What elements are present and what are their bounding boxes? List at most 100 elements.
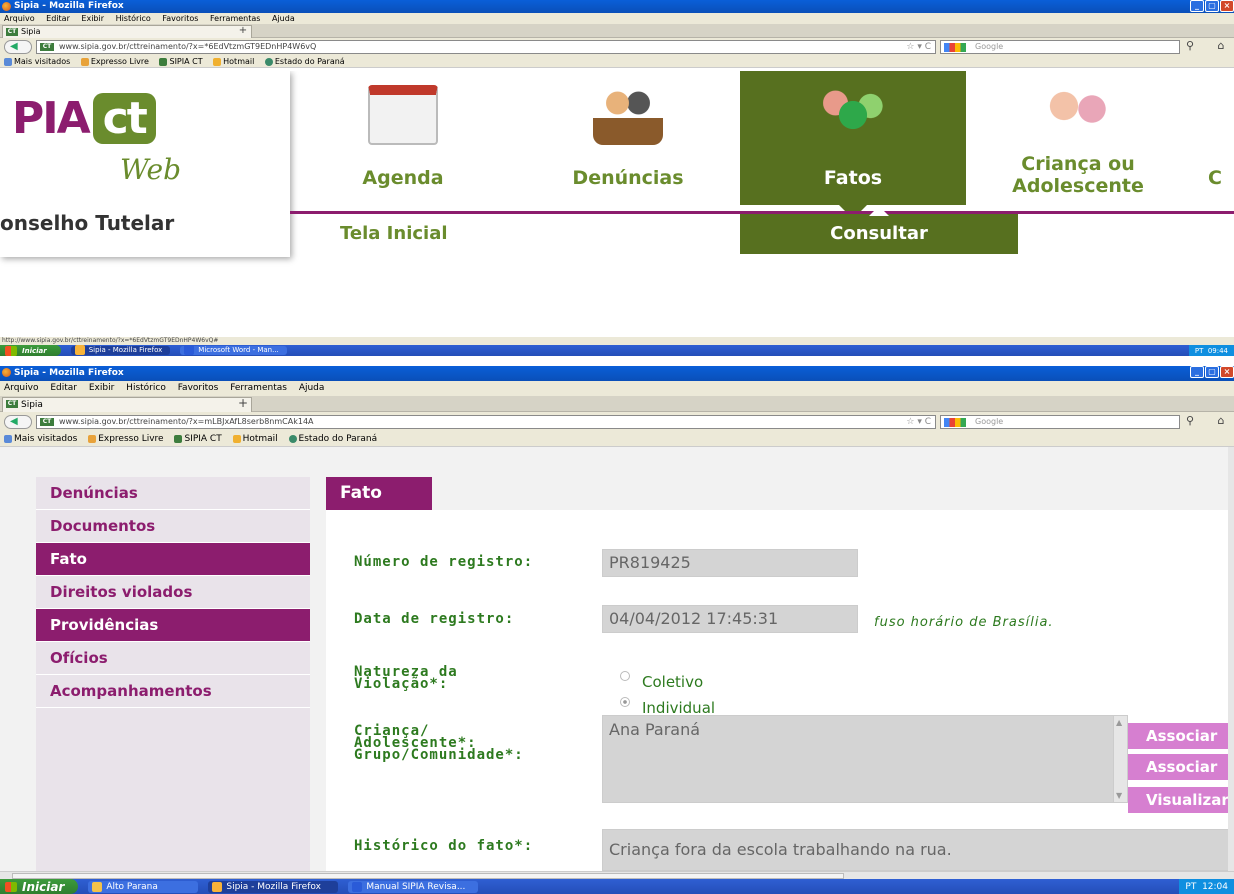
menu-historico[interactable]: Histórico	[116, 14, 151, 23]
bookmark-label: Hotmail	[242, 434, 278, 444]
minimize-button[interactable]: _	[1190, 0, 1204, 12]
browser-tab[interactable]: CT Sipia	[2, 397, 252, 412]
menu-ajuda[interactable]: Ajuda	[299, 383, 325, 393]
menu-editar[interactable]: Editar	[50, 383, 77, 393]
search-icon[interactable]: ⚲	[1186, 39, 1194, 52]
crianca-list[interactable]: Ana Paraná ▲ ▼	[602, 715, 1128, 803]
taskbar-item[interactable]: Sipia - Mozilla Firefox	[70, 345, 171, 356]
taskbar-item[interactable]: Alto Parana	[88, 880, 199, 893]
address-bar[interactable]: CT www.sipia.gov.br/cttreinamento/?x=mLB…	[36, 415, 936, 429]
sidebar-item-oficios[interactable]: Ofícios	[36, 642, 310, 675]
windows-flag-icon	[5, 881, 17, 892]
star-icon[interactable]: ☆ ▾ C	[906, 41, 931, 53]
radio-button[interactable]	[620, 671, 630, 681]
sidebar-item-direitos-violados[interactable]: Direitos violados	[36, 576, 310, 609]
browser-tab[interactable]: CT Sipia	[2, 25, 252, 38]
logo-ct: ct	[92, 93, 156, 144]
nav-label: Criança ou Adolescente	[1012, 153, 1144, 197]
scroll-down-icon[interactable]: ▼	[1116, 791, 1122, 800]
url-text: www.sipia.gov.br/cttreinamento/?x=*6EdVt…	[59, 42, 317, 51]
bookmark-sipia-ct[interactable]: SIPIA CT	[159, 57, 203, 66]
radio-individual[interactable]: Individual	[620, 697, 715, 717]
taskbar-item[interactable]: Microsoft Word - Man...	[180, 345, 287, 356]
calendar-icon	[368, 85, 438, 145]
scroll-up-icon[interactable]: ▲	[1116, 718, 1122, 727]
firefox-icon	[74, 345, 85, 356]
clock: 09:44	[1207, 346, 1228, 355]
new-tab-button[interactable]: +	[234, 397, 252, 409]
close-button[interactable]: ×	[1220, 0, 1234, 12]
search-box[interactable]: Google	[940, 415, 1180, 429]
new-tab-button[interactable]: +	[234, 25, 252, 37]
start-label: Iniciar	[22, 346, 47, 355]
bookmark-estado-parana[interactable]: Estado do Paraná	[288, 434, 377, 444]
sidebar-item-acompanhamentos[interactable]: Acompanhamentos	[36, 675, 310, 708]
menu-ferramentas[interactable]: Ferramentas	[230, 383, 287, 393]
bookmark-expresso-livre[interactable]: Expresso Livre	[80, 57, 149, 66]
search-box[interactable]: Google	[940, 40, 1180, 54]
bookmark-mais-visitados[interactable]: Mais visitados	[4, 434, 77, 444]
menu-ferramentas[interactable]: Ferramentas	[210, 14, 260, 23]
nav-agenda[interactable]: Agenda	[290, 71, 516, 205]
maximize-button[interactable]: ▢	[1205, 366, 1219, 378]
close-button[interactable]: ×	[1220, 366, 1234, 378]
back-button[interactable]: ◀	[4, 40, 32, 54]
taskbar-bottom: Iniciar Alto Parana Sipia - Mozilla Fire…	[0, 879, 1234, 894]
taskbar-item[interactable]: Sipia - Mozilla Firefox	[208, 880, 339, 893]
registro-field[interactable]: PR819425	[602, 549, 858, 577]
horizontal-scrollbar[interactable]	[0, 871, 1234, 879]
sidebar-item-providencias[interactable]: Providências	[36, 609, 310, 642]
menu-arquivo[interactable]: Arquivo	[4, 383, 38, 393]
menu-arquivo[interactable]: Arquivo	[4, 14, 35, 23]
start-button[interactable]: Iniciar	[0, 345, 61, 356]
bookmark-hotmail[interactable]: Hotmail	[232, 434, 278, 444]
radio-button-checked[interactable]	[620, 697, 630, 707]
sidebar-item-fato[interactable]: Fato	[36, 543, 310, 576]
nav-fatos[interactable]: Fatos	[740, 71, 966, 219]
minimize-button[interactable]: _	[1190, 366, 1204, 378]
nav-more[interactable]: C	[1190, 71, 1234, 205]
home-icon[interactable]: ⌂	[1210, 39, 1232, 54]
bookmark-hotmail[interactable]: Hotmail	[213, 57, 254, 66]
caret-up	[869, 206, 889, 216]
bookmark-mais-visitados[interactable]: Mais visitados	[4, 57, 70, 66]
menu-ajuda[interactable]: Ajuda	[272, 14, 295, 23]
back-button[interactable]: ◀	[4, 415, 32, 429]
bookmark-label: Mais visitados	[14, 57, 71, 66]
sidebar-item-documentos[interactable]: Documentos	[36, 510, 310, 543]
menu-favoritos[interactable]: Favoritos	[162, 14, 198, 23]
vertical-scrollbar[interactable]	[1228, 447, 1234, 871]
section-title: Fato	[326, 477, 432, 510]
sidebar: Denúncias Documentos Fato Direitos viola…	[36, 477, 310, 871]
nav-crianca-adolescente[interactable]: Criança ou Adolescente	[966, 71, 1190, 205]
star-icon[interactable]: ☆ ▾ C	[906, 416, 931, 428]
list-scrollbar[interactable]: ▲ ▼	[1113, 716, 1127, 802]
address-bar[interactable]: CT www.sipia.gov.br/cttreinamento/?x=*6E…	[36, 40, 936, 54]
bookmark-expresso-livre[interactable]: Expresso Livre	[88, 434, 164, 444]
firefox-icon	[212, 881, 223, 892]
menu-favoritos[interactable]: Favoritos	[178, 383, 219, 393]
menu-historico[interactable]: Histórico	[126, 383, 166, 393]
maximize-button[interactable]: ▢	[1205, 0, 1219, 12]
subnav-tela-inicial[interactable]: Tela Inicial	[340, 223, 448, 244]
subnav-consultar[interactable]: Consultar	[740, 206, 1018, 254]
menu-exibir[interactable]: Exibir	[89, 383, 114, 393]
bookmark-sipia-ct[interactable]: SIPIA CT	[174, 434, 222, 444]
home-icon[interactable]: ⌂	[1210, 414, 1232, 429]
language-indicator[interactable]: PT	[1195, 347, 1204, 355]
associar-button[interactable]: Associar	[1128, 723, 1234, 749]
radio-coletivo[interactable]: Coletivo	[620, 671, 703, 691]
language-indicator[interactable]: PT	[1185, 882, 1196, 892]
associar-button-2[interactable]: Associar	[1128, 754, 1234, 780]
sidebar-item-denuncias[interactable]: Denúncias	[36, 477, 310, 510]
start-button[interactable]: Iniciar	[0, 879, 79, 894]
search-icon[interactable]: ⚲	[1186, 414, 1194, 427]
nav-denuncias[interactable]: Denúncias	[516, 71, 740, 205]
menu-editar[interactable]: Editar	[46, 14, 70, 23]
bookmark-estado-parana[interactable]: Estado do Paraná	[264, 57, 345, 66]
data-registro-field[interactable]: 04/04/2012 17:45:31	[602, 605, 858, 633]
visualizar-button[interactable]: Visualizar	[1128, 787, 1234, 813]
taskbar-item[interactable]: Manual SIPIA Revisa...	[348, 880, 479, 893]
menu-exibir[interactable]: Exibir	[81, 14, 104, 23]
historico-field[interactable]: Criança fora da escola trabalhando na ru…	[602, 829, 1234, 871]
